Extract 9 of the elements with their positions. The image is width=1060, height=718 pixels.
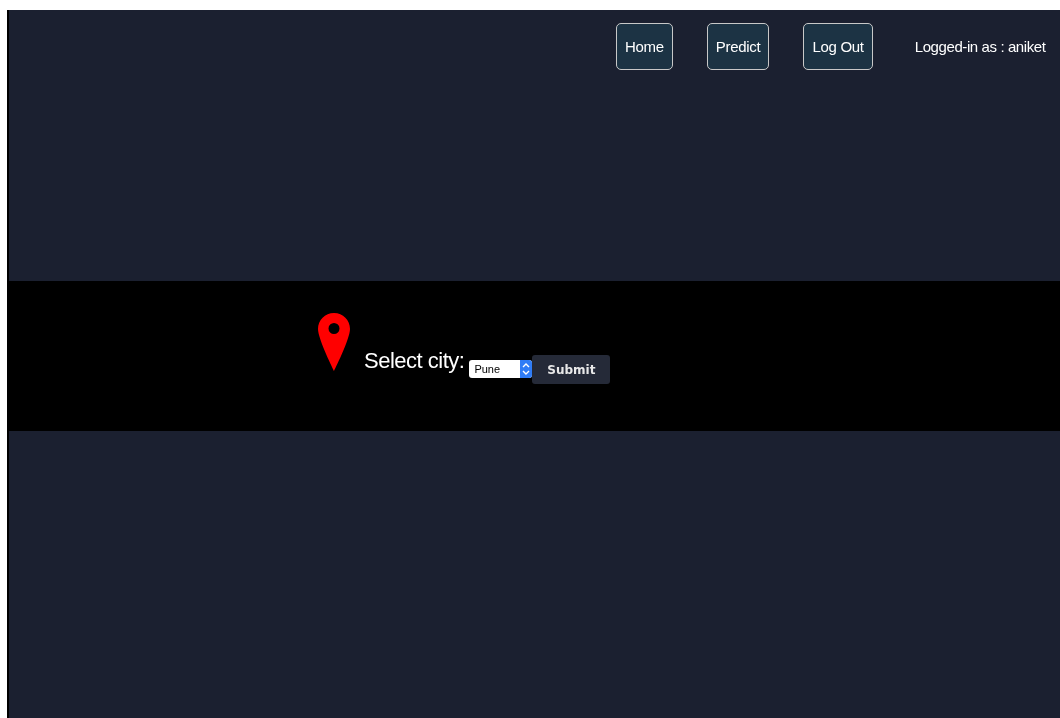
logged-in-user-text: Logged-in as : aniket: [914, 37, 1046, 55]
stepper-arrows-icon: [520, 360, 533, 378]
select-city-label: Select city:: [364, 348, 465, 374]
submit-button[interactable]: Submit: [532, 355, 611, 384]
city-select[interactable]: Pune: [469, 360, 533, 378]
nav-button[interactable]: Predict: [706, 22, 770, 70]
nav-button[interactable]: Log Out: [803, 22, 873, 70]
location-pin-icon: [318, 313, 350, 371]
nav-button[interactable]: Home: [616, 22, 673, 70]
